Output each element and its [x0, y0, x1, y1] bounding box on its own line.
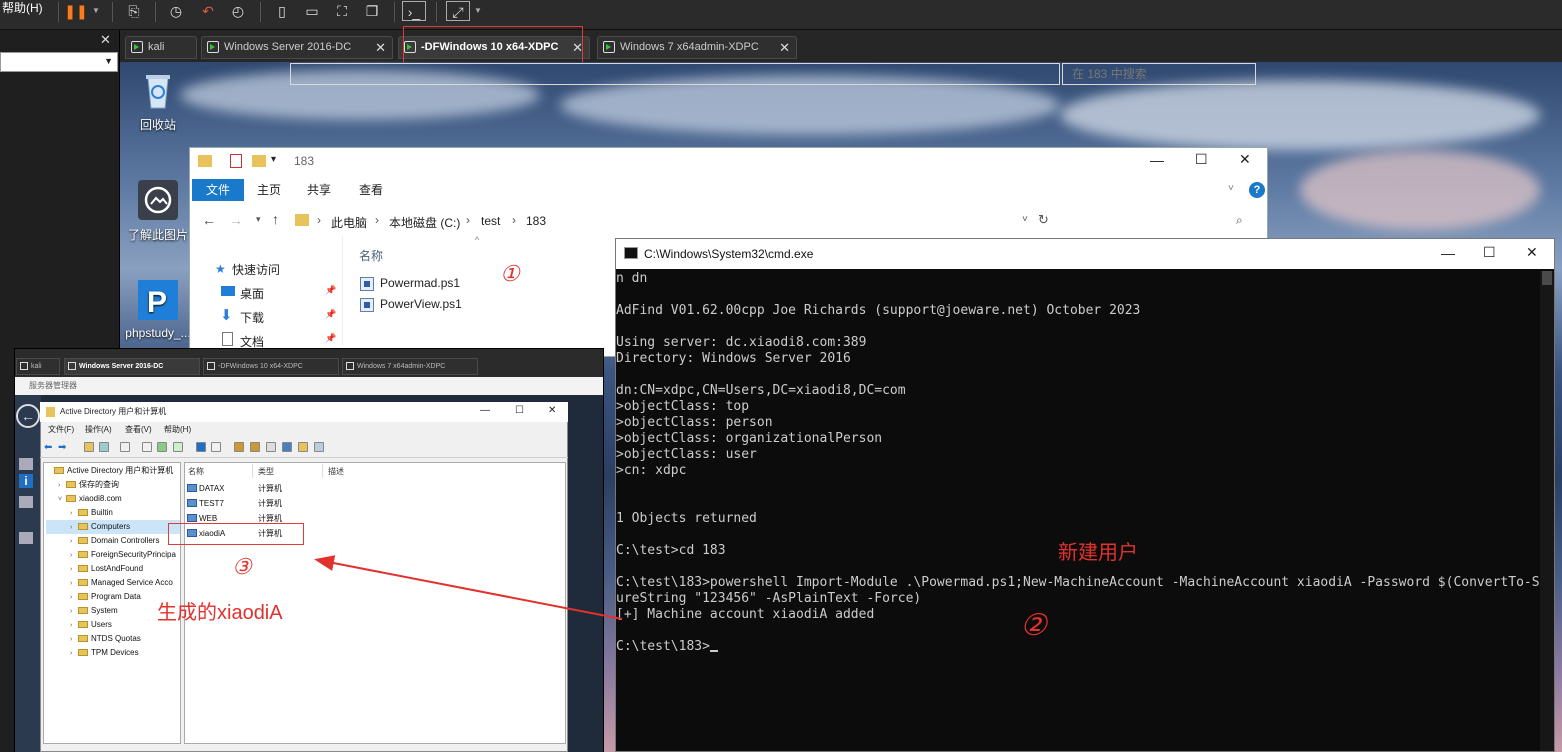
annotation-arrow	[314, 555, 623, 620]
